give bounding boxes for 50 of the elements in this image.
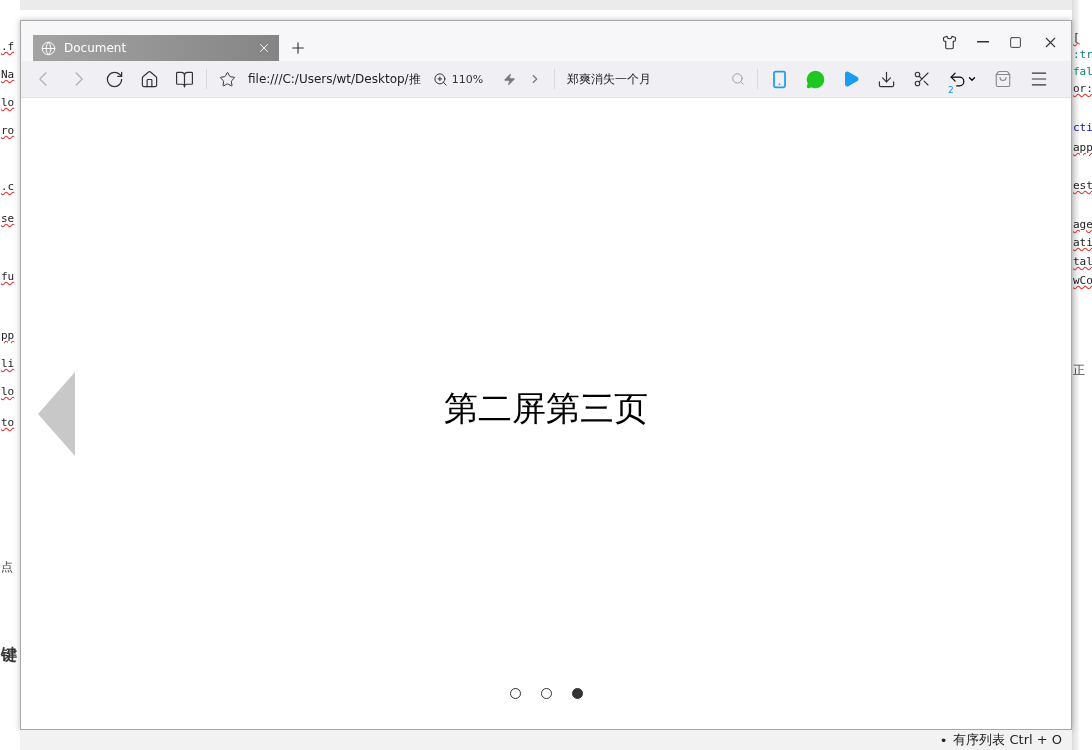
slide-dot[interactable] [540,688,552,699]
code-fragment: pp [0,328,15,344]
code-fragment: app [1072,140,1092,156]
download-button[interactable] [877,69,897,89]
code-fragment: li [0,356,15,372]
minimize-button[interactable] [977,41,989,43]
globe-icon [41,40,56,56]
code-fragment: :tr [1072,47,1092,63]
search-field[interactable]: 郑爽消失一个月 [567,70,746,88]
bookmark-star-button[interactable] [219,70,236,88]
reload-button[interactable] [105,69,124,89]
code-fragment: 键 [0,647,17,663]
code-fragment: .f [0,39,15,55]
close-tab-icon[interactable] [257,41,271,55]
lightning-icon[interactable] [503,72,517,86]
slide-title: 第二屏第三页 [444,388,648,429]
code-fragment: wCo [1072,273,1092,289]
code-fragment: age [1072,217,1092,233]
zoom-icon[interactable] [432,71,448,87]
address-field[interactable]: file:///C:/Users/wt/Desktop/推 [248,70,421,88]
caret-icon[interactable] [967,74,978,84]
new-tab-button[interactable] [289,39,307,57]
slide-dot[interactable] [571,688,583,699]
code-fragment: Na [0,67,15,83]
zoom-level[interactable]: 110% [451,72,484,86]
code-fragment: ati [1072,235,1092,251]
code-fragment: tal [1072,254,1092,270]
code-fragment: fu [0,269,15,285]
code-fragment: lo [0,384,15,400]
status-text: 有序列表 Ctrl + O [953,731,1062,749]
slide-dot[interactable] [509,688,521,699]
code-fragment: [ [1072,30,1080,46]
reading-button[interactable] [175,69,194,89]
code-fragment: 正 [1072,362,1085,378]
code-fragment: or: [1072,81,1092,97]
code-fragment: to [0,415,15,431]
play-button[interactable] [842,70,861,88]
home-button[interactable] [140,69,159,89]
code-fragment: se [0,211,15,227]
code-fragment: fal [1072,64,1092,80]
code-fragment: cti [1072,120,1092,136]
code-fragment: lo [0,95,15,111]
code-fragment: est [1072,178,1092,194]
code-fragment: ro [0,123,15,139]
code-fragment: 点 [0,559,13,575]
code-fragment: .c [0,179,15,195]
bullet: • [939,732,948,748]
skin-button[interactable] [942,33,957,51]
tab-title: Document [64,41,128,55]
bag-button[interactable] [994,70,1013,88]
